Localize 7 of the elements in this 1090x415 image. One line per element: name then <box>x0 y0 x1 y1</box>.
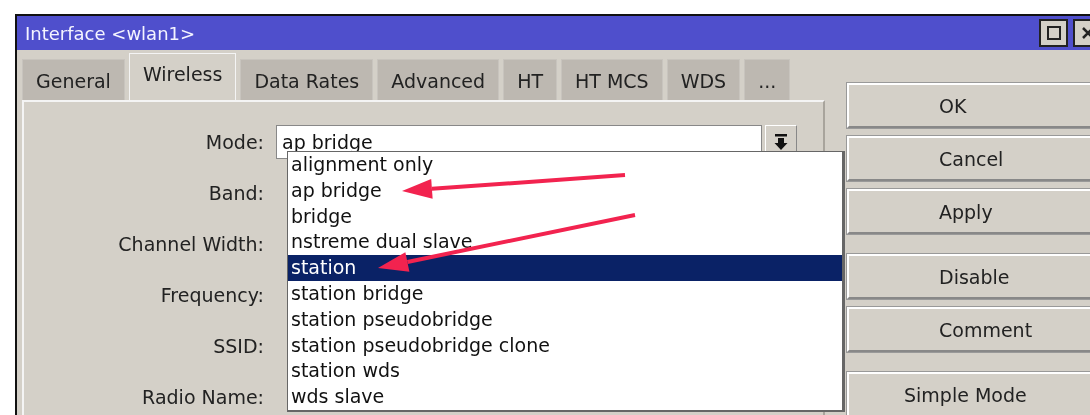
window-title: Interface <wlan1> <box>25 22 197 44</box>
field-label: Radio Name: <box>141 385 265 408</box>
field-label: SSID: <box>212 334 265 357</box>
field-label: Mode: <box>204 130 265 153</box>
field-label: Frequency: <box>159 283 265 306</box>
field-label: Channel Width: <box>117 232 265 255</box>
field-label: Band: <box>207 181 265 204</box>
